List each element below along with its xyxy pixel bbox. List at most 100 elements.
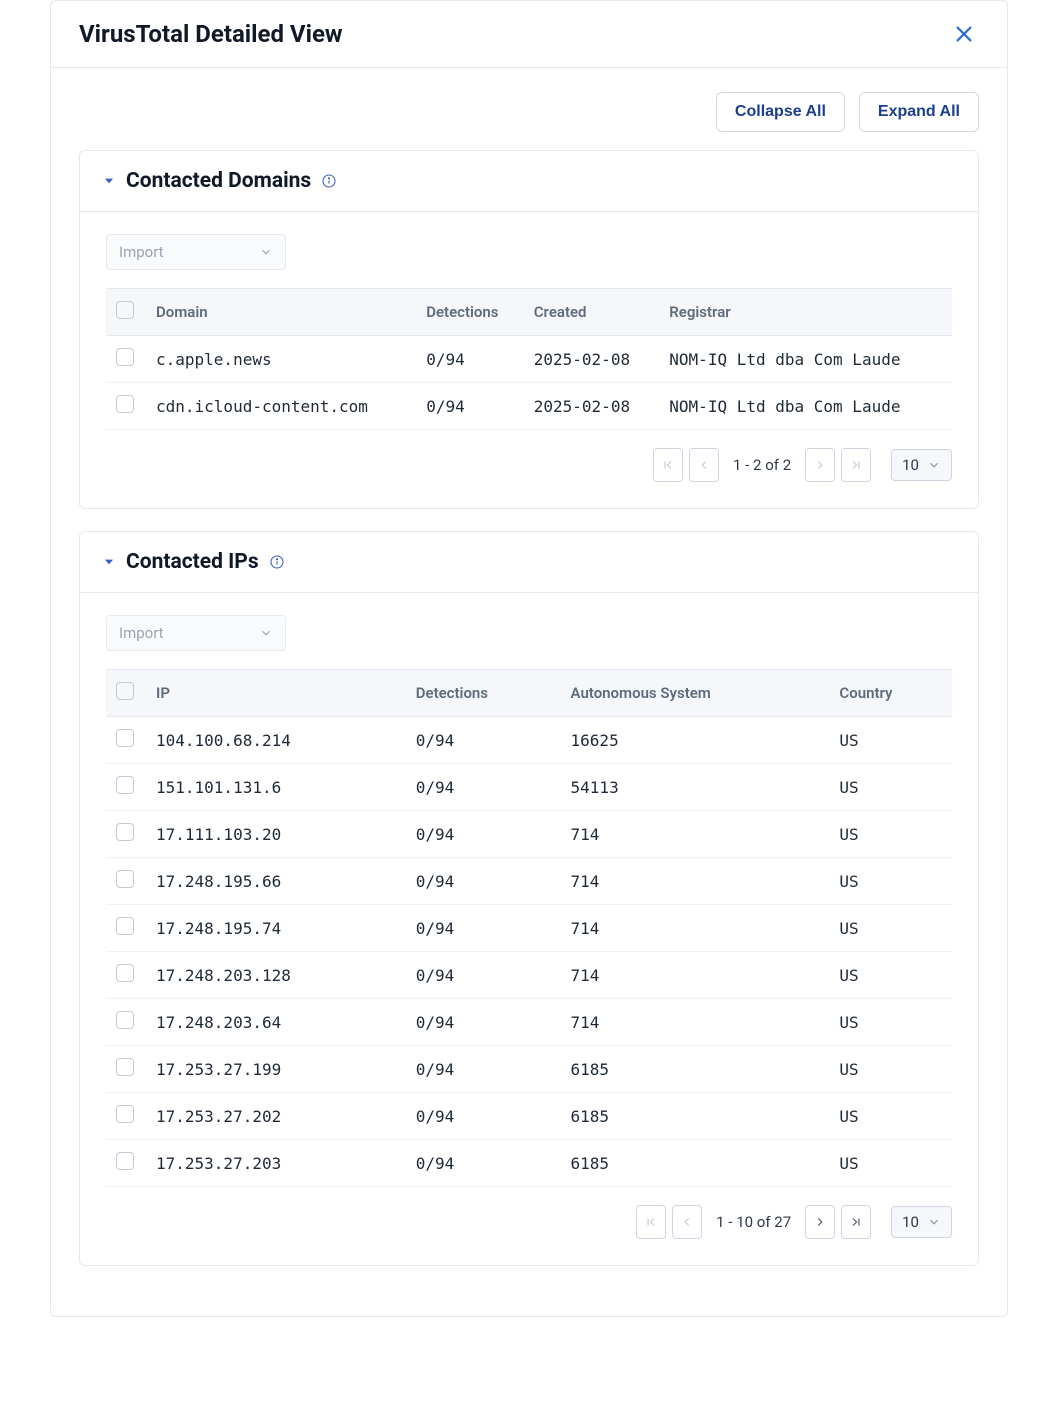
- cell-ip: 17.248.203.64: [146, 999, 406, 1046]
- table-row: cdn.icloud-content.com0/942025-02-08NOM-…: [106, 383, 952, 430]
- cell-ip: 17.253.27.202: [146, 1093, 406, 1140]
- row-checkbox[interactable]: [116, 823, 134, 841]
- page-size-value: 10: [902, 456, 919, 474]
- chevron-down-icon: [927, 458, 941, 472]
- contacted-ips-title: Contacted IPs: [126, 550, 259, 574]
- cell-asn: 54113: [561, 764, 830, 811]
- row-checkbox[interactable]: [116, 1105, 134, 1123]
- table-row: c.apple.news0/942025-02-08NOM-IQ Ltd dba…: [106, 336, 952, 383]
- collapse-all-button[interactable]: Collapse All: [716, 92, 845, 132]
- row-checkbox[interactable]: [116, 776, 134, 794]
- modal-header: VirusTotal Detailed View: [51, 1, 1007, 68]
- select-all-checkbox[interactable]: [116, 682, 134, 700]
- col-detections[interactable]: Detections: [406, 670, 561, 717]
- row-checkbox[interactable]: [116, 917, 134, 935]
- page-size-value: 10: [902, 1213, 919, 1231]
- cell-detections: 0/94: [406, 764, 561, 811]
- next-page-button[interactable]: [805, 448, 835, 482]
- col-asn[interactable]: Autonomous System: [561, 670, 830, 717]
- row-checkbox[interactable]: [116, 870, 134, 888]
- close-button[interactable]: [949, 19, 979, 49]
- close-icon: [953, 23, 975, 45]
- table-row: 17.248.195.660/94714US: [106, 858, 952, 905]
- expand-all-button[interactable]: Expand All: [859, 92, 979, 132]
- table-row: 17.253.27.2020/946185US: [106, 1093, 952, 1140]
- cell-country: US: [829, 905, 952, 952]
- prev-page-button[interactable]: [672, 1205, 702, 1239]
- cell-created: 2025-02-08: [524, 336, 660, 383]
- cell-country: US: [829, 858, 952, 905]
- cell-detections: 0/94: [416, 383, 524, 430]
- col-created[interactable]: Created: [524, 289, 660, 336]
- contacted-domains-title: Contacted Domains: [126, 169, 311, 193]
- toolbar: Collapse All Expand All: [51, 68, 1007, 132]
- cell-detections: 0/94: [406, 811, 561, 858]
- row-checkbox[interactable]: [116, 348, 134, 366]
- cell-asn: 16625: [561, 717, 830, 764]
- cell-country: US: [829, 1046, 952, 1093]
- cell-detections: 0/94: [406, 999, 561, 1046]
- row-checkbox[interactable]: [116, 1058, 134, 1076]
- cell-ip: 17.253.27.203: [146, 1140, 406, 1187]
- cell-country: US: [829, 717, 952, 764]
- chevron-down-icon: [927, 1215, 941, 1229]
- cell-asn: 6185: [561, 1140, 830, 1187]
- cell-country: US: [829, 1140, 952, 1187]
- table-row: 17.111.103.200/94714US: [106, 811, 952, 858]
- cell-detections: 0/94: [406, 952, 561, 999]
- info-icon[interactable]: [321, 173, 337, 189]
- row-checkbox[interactable]: [116, 729, 134, 747]
- first-page-button[interactable]: [636, 1205, 666, 1239]
- last-page-button[interactable]: [841, 448, 871, 482]
- page-range: 1 - 10 of 27: [716, 1213, 791, 1231]
- cell-ip: 17.248.203.128: [146, 952, 406, 999]
- modal-title: VirusTotal Detailed View: [79, 20, 343, 48]
- first-page-button[interactable]: [653, 448, 683, 482]
- row-checkbox[interactable]: [116, 964, 134, 982]
- cell-asn: 714: [561, 952, 830, 999]
- chevron-down-icon: [259, 245, 273, 259]
- import-dropdown[interactable]: Import: [106, 234, 286, 270]
- table-row: 17.253.27.1990/946185US: [106, 1046, 952, 1093]
- cell-detections: 0/94: [406, 905, 561, 952]
- row-checkbox[interactable]: [116, 1011, 134, 1029]
- domains-table: Domain Detections Created Registrar c.ap…: [106, 288, 952, 430]
- cell-ip: 104.100.68.214: [146, 717, 406, 764]
- row-checkbox[interactable]: [116, 395, 134, 413]
- virustotal-modal: VirusTotal Detailed View Collapse All Ex…: [50, 0, 1008, 1317]
- cell-created: 2025-02-08: [524, 383, 660, 430]
- cell-registrar: NOM-IQ Ltd dba Com Laude: [659, 336, 952, 383]
- cell-detections: 0/94: [406, 1140, 561, 1187]
- prev-page-button[interactable]: [689, 448, 719, 482]
- col-registrar[interactable]: Registrar: [659, 289, 952, 336]
- cell-country: US: [829, 952, 952, 999]
- domains-pager: 1 - 2 of 2 10: [106, 430, 952, 482]
- next-page-button[interactable]: [805, 1205, 835, 1239]
- cell-asn: 714: [561, 858, 830, 905]
- cell-asn: 6185: [561, 1093, 830, 1140]
- cell-detections: 0/94: [406, 858, 561, 905]
- col-detections[interactable]: Detections: [416, 289, 524, 336]
- contacted-domains-header[interactable]: Contacted Domains: [80, 151, 978, 212]
- col-country[interactable]: Country: [829, 670, 952, 717]
- contacted-ips-header[interactable]: Contacted IPs: [80, 532, 978, 593]
- page-size-select[interactable]: 10: [891, 449, 952, 481]
- page-size-select[interactable]: 10: [891, 1206, 952, 1238]
- page-range: 1 - 2 of 2: [733, 456, 791, 474]
- table-row: 17.248.203.640/94714US: [106, 999, 952, 1046]
- cell-country: US: [829, 811, 952, 858]
- import-placeholder: Import: [119, 243, 164, 261]
- col-domain[interactable]: Domain: [146, 289, 416, 336]
- chevron-down-icon: [259, 626, 273, 640]
- cell-detections: 0/94: [406, 1093, 561, 1140]
- select-all-checkbox[interactable]: [116, 301, 134, 319]
- last-page-button[interactable]: [841, 1205, 871, 1239]
- import-dropdown[interactable]: Import: [106, 615, 286, 651]
- row-checkbox[interactable]: [116, 1152, 134, 1170]
- info-icon[interactable]: [269, 554, 285, 570]
- contacted-ips-panel: Contacted IPs Import IP: [79, 531, 979, 1266]
- cell-ip: 17.253.27.199: [146, 1046, 406, 1093]
- col-ip[interactable]: IP: [146, 670, 406, 717]
- cell-ip: 17.111.103.20: [146, 811, 406, 858]
- table-row: 104.100.68.2140/9416625US: [106, 717, 952, 764]
